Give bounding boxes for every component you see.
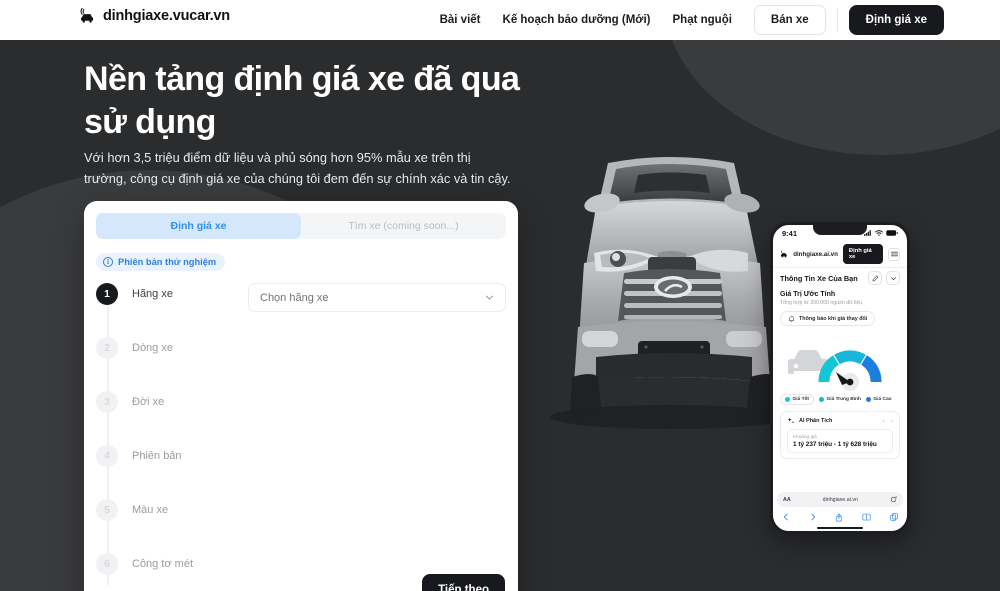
- wifi-icon: [875, 230, 883, 236]
- ai-card-header: AI Phân Tích ‹ ›: [787, 417, 893, 425]
- safari-address-bar[interactable]: AA dinhgiaxe.ai.vn: [777, 492, 903, 507]
- nav-link-phat-nguoi[interactable]: Phạt nguội: [662, 13, 743, 27]
- step-number-3: 3: [96, 391, 118, 413]
- status-icons: [864, 230, 898, 236]
- ai-card-title: AI Phân Tích: [799, 418, 833, 424]
- chevron-left-icon[interactable]: ‹: [882, 418, 884, 425]
- bookmarks-icon[interactable]: [862, 513, 871, 521]
- hero-blob-topright: [665, 40, 1000, 155]
- notify-price-change-button[interactable]: Thông báo khi giá thay đổi: [780, 311, 876, 326]
- status-time: 9:41: [782, 228, 798, 238]
- step-label-dong-xe: Dòng xe: [132, 342, 173, 354]
- form-step-3: 3 Đời xe: [96, 391, 506, 445]
- next-button[interactable]: Tiếp theo: [422, 574, 505, 591]
- nav-link-ke-hoach-bao-duong[interactable]: Kế hoạch bảo dưỡng (Mới): [492, 13, 662, 27]
- legend-dot-icon: [785, 397, 790, 402]
- top-navbar: dinhgiaxe.vucar.vn Bài viết Kế hoạch bảo…: [0, 0, 1000, 40]
- phone-site-header: dinhgiaxe.ai.vn Định giá xe: [773, 243, 907, 265]
- safari-toolbar: [773, 510, 907, 524]
- ai-card-nav: ‹ ›: [882, 418, 893, 425]
- form-step-1: 1 Hãng xe Chọn hãng xe: [96, 283, 506, 337]
- back-icon[interactable]: [782, 513, 790, 521]
- legend-item-gia-cao: Giá Cao: [865, 397, 892, 402]
- pencil-icon[interactable]: [868, 271, 882, 285]
- phone-divider: [773, 267, 907, 268]
- chevron-right-icon[interactable]: ›: [891, 418, 893, 425]
- nav-link-bai-viet[interactable]: Bài viết: [429, 13, 492, 27]
- car-signal-icon: [80, 8, 94, 23]
- phone-page-title: Thông Tin Xe Của Bạn: [780, 273, 858, 283]
- nav-links-group: Bài viết Kế hoạch bảo dưỡng (Mới) Phạt n…: [429, 0, 944, 40]
- step-label-doi-xe: Đời xe: [132, 396, 165, 408]
- price-car-button[interactable]: Định giá xe: [848, 5, 944, 35]
- legend-dot-icon: [819, 397, 825, 402]
- legend-item-gia-tot: Giá Tốt: [780, 394, 815, 405]
- step-number-2: 2: [96, 337, 118, 359]
- gauge-legend: Giá Tốt Giá Trung Bình Giá Cao: [780, 394, 900, 405]
- valuation-form-card: Định giá xe Tìm xe (coming soon...) i Ph…: [84, 201, 518, 591]
- reload-icon[interactable]: [890, 496, 897, 503]
- page-title: Nền tảng định giá xe đã qua sử dụng: [84, 60, 520, 141]
- nav-divider: [836, 9, 838, 31]
- hamburger-icon[interactable]: [888, 247, 901, 261]
- step-number-4: 4: [96, 445, 118, 467]
- tabs-icon[interactable]: [889, 513, 898, 521]
- hero-section: Nền tảng định giá xe đã qua sử dụng Với …: [0, 40, 1000, 591]
- safari-url: dinhgiaxe.ai.vn: [822, 496, 858, 503]
- bell-icon: [788, 316, 795, 322]
- home-indicator: [817, 526, 863, 529]
- chevron-down-icon[interactable]: [886, 271, 900, 285]
- step-label-phien-ban: Phiên bản: [132, 450, 182, 462]
- step-label-cong-to-met: Công tơ mét: [132, 558, 194, 570]
- sell-car-button[interactable]: Bán xe: [753, 5, 826, 35]
- ai-analysis-card: AI Phân Tích ‹ › Khoảng giá 1 tỷ 237 tri…: [780, 411, 900, 459]
- brand-name: dinhgiaxe.vucar.vn: [103, 8, 230, 24]
- form-step-4: 4 Phiên bản: [96, 445, 506, 499]
- legend-label-gia-cao: Giá Cao: [873, 397, 892, 402]
- chevron-down-icon: [486, 295, 493, 300]
- share-icon[interactable]: [835, 513, 843, 522]
- step-label-mau-xe: Màu xe: [132, 504, 169, 516]
- phone-notch: [813, 225, 867, 235]
- brand-logo[interactable]: dinhgiaxe.vucar.vn: [79, 8, 230, 25]
- select-hang-xe-value: Chọn hãng xe: [260, 291, 329, 304]
- forward-icon[interactable]: [809, 513, 817, 521]
- phone-mockup: 9:41 dinhgiaxe.ai.vn Định giá xe Thông T…: [770, 222, 910, 534]
- beta-badge-label: Phiên bản thử nghiệm: [118, 257, 217, 267]
- car-signal-icon: [780, 250, 787, 257]
- hero-subtitle: Với hơn 3,5 triệu điểm dữ liệu và phủ só…: [84, 150, 511, 186]
- ai-sparkle-icon: [787, 417, 795, 424]
- step-number-5: 5: [96, 499, 118, 521]
- price-range-value: 1 tỷ 237 triệu - 1 tỷ 628 triệu: [793, 441, 877, 448]
- legend-label-gia-trung-binh: Giá Trung Bình: [826, 397, 861, 402]
- form-step-5: 5 Màu xe: [96, 499, 506, 553]
- price-gauge: [780, 332, 900, 392]
- estimate-subheading: Tổng hợp từ 300.000 nguồn dữ liệu: [780, 300, 863, 306]
- estimate-heading: Giá Trị Ước Tính: [780, 291, 836, 298]
- step-label-hang-xe: Hãng xe: [132, 288, 173, 300]
- step-number-1: 1: [96, 283, 118, 305]
- info-icon: i: [103, 257, 113, 267]
- form-tabs: Định giá xe Tìm xe (coming soon...): [96, 213, 506, 239]
- battery-icon: [886, 230, 898, 236]
- price-range-label: Khoảng giá: [793, 434, 817, 439]
- text-size-button[interactable]: AA: [783, 497, 791, 503]
- form-step-2: 2 Dòng xe: [96, 337, 506, 391]
- page-root: dinhgiaxe.vucar.vn Bài viết Kế hoạch bảo…: [0, 0, 1000, 591]
- phone-title-row: Thông Tin Xe Của Bạn: [773, 271, 907, 285]
- tab-dinh-gia-xe[interactable]: Định giá xe: [96, 213, 301, 239]
- status-badge: i Phiên bản thử nghiệm: [96, 253, 226, 271]
- tab-tim-xe[interactable]: Tìm xe (coming soon...): [301, 213, 506, 239]
- phone-body: Giá Trị Ước Tính Tổng hợp từ 300.000 ngu…: [773, 291, 907, 459]
- legend-label-gia-tot: Giá Tốt: [792, 397, 810, 402]
- price-range-box: Khoảng giá 1 tỷ 237 triệu - 1 tỷ 628 tri…: [787, 429, 893, 453]
- select-hang-xe[interactable]: Chọn hãng xe: [248, 283, 506, 312]
- legend-dot-icon: [865, 397, 871, 402]
- phone-cta-button[interactable]: Định giá xe: [842, 244, 884, 264]
- form-steps: 1 Hãng xe Chọn hãng xe 2 Dòng xe 3 Đời x…: [96, 283, 506, 591]
- step-number-6: 6: [96, 553, 118, 575]
- notify-label: Thông báo khi giá thay đổi: [799, 315, 868, 322]
- phone-url-label: dinhgiaxe.ai.vn: [793, 250, 838, 258]
- legend-item-gia-trung-binh: Giá Trung Bình: [819, 397, 861, 402]
